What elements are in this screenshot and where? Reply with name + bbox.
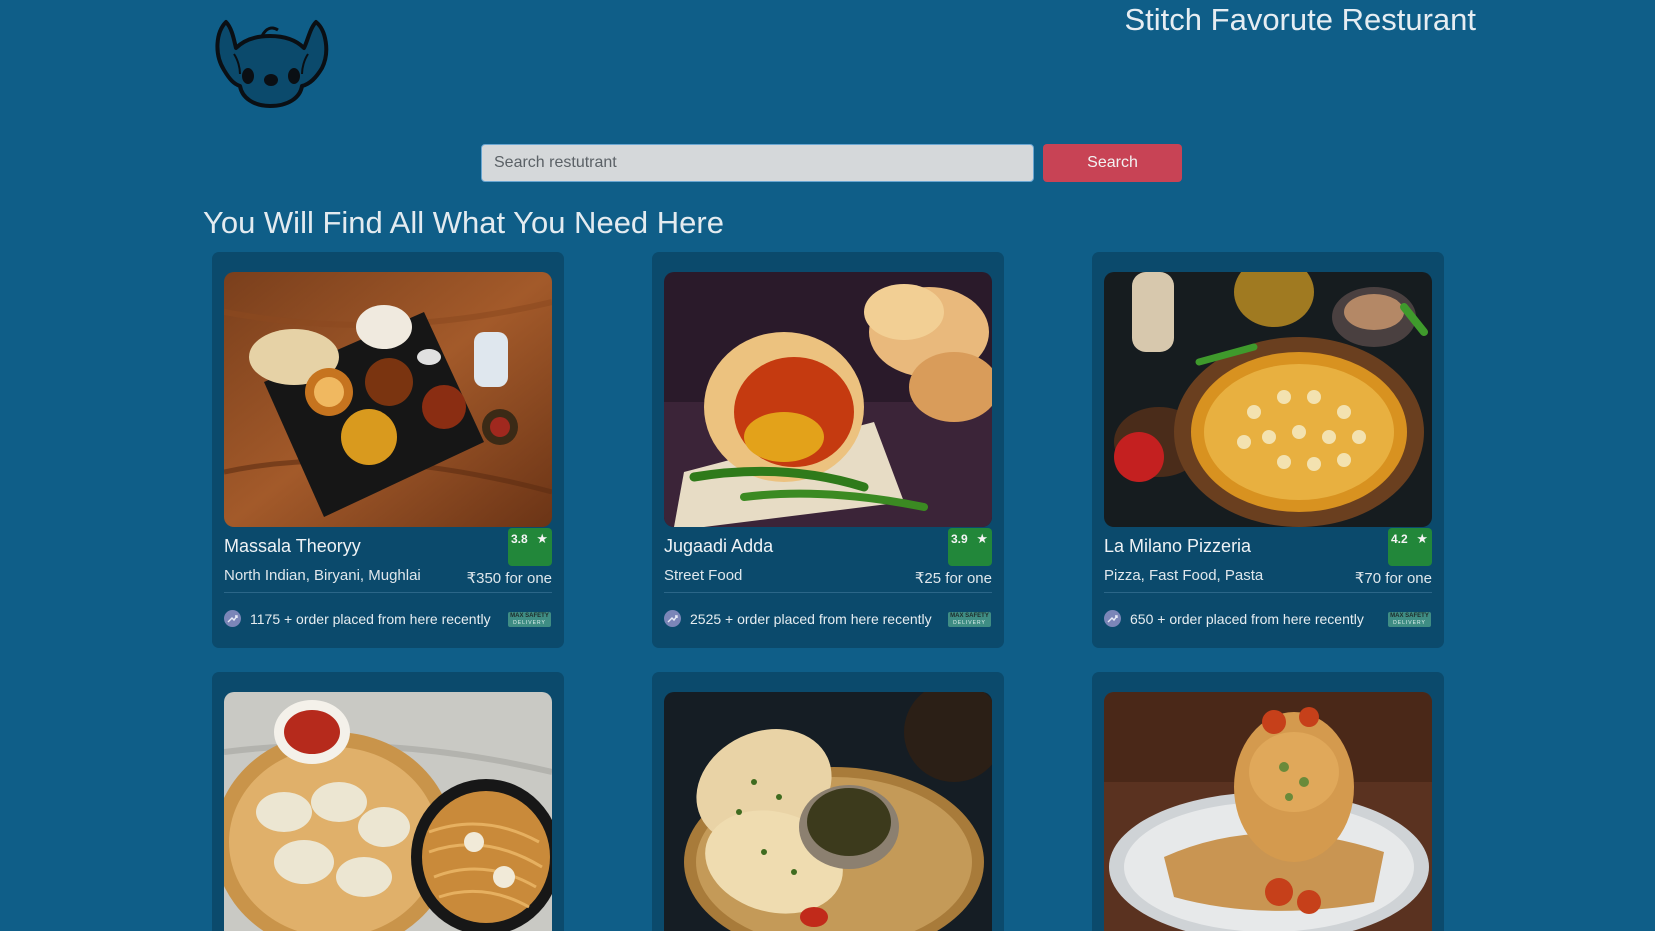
restaurant-name[interactable]: La Milano Pizzeria bbox=[1104, 536, 1251, 557]
restaurant-price: ₹350 for one bbox=[466, 570, 552, 587]
page: Stitch Favorute Resturant Search You Wil… bbox=[0, 0, 1655, 931]
restaurant-card[interactable]: Massala Theoryy 3.8 ★ North Indian, Biry… bbox=[212, 252, 564, 648]
max-safety-delivery-icon: MAX SAFETY DELIVERY bbox=[948, 612, 991, 627]
restaurant-price: ₹25 for one bbox=[914, 570, 992, 587]
restaurant-image[interactable] bbox=[664, 272, 992, 527]
restaurant-image[interactable] bbox=[224, 692, 552, 931]
orders-placed-text: 650 + order placed from here recently bbox=[1130, 611, 1364, 627]
card-divider bbox=[224, 592, 552, 593]
trending-up-icon bbox=[664, 610, 681, 627]
orders-placed-text: 2525 + order placed from here recently bbox=[690, 611, 932, 627]
section-heading: You Will Find All What You Need Here bbox=[203, 205, 724, 240]
restaurant-card[interactable]: La Milano Pizzeria 4.2 ★ Pizza, Fast Foo… bbox=[1092, 252, 1444, 648]
restaurant-cuisine: North Indian, Biryani, Mughlai bbox=[224, 567, 421, 584]
restaurant-card[interactable]: Jugaadi Adda 3.9 ★ Street Food ₹25 for o… bbox=[652, 252, 1004, 648]
star-icon: ★ bbox=[536, 531, 548, 546]
max-safety-delivery-icon: MAX SAFETY DELIVERY bbox=[508, 612, 551, 627]
orders-placed-text: 1175 + order placed from here recently bbox=[250, 611, 491, 627]
card-divider bbox=[1104, 592, 1432, 593]
site-title: Stitch Favorute Resturant bbox=[1124, 2, 1477, 37]
rating-badge: 3.8 ★ bbox=[508, 528, 552, 566]
restaurant-card[interactable] bbox=[212, 672, 564, 931]
restaurant-cuisine: Pizza, Fast Food, Pasta bbox=[1104, 567, 1264, 584]
rating-value: 4.2 bbox=[1391, 532, 1408, 546]
max-safety-delivery-icon: MAX SAFETY DELIVERY bbox=[1388, 612, 1431, 627]
restaurant-image[interactable] bbox=[1104, 272, 1432, 527]
rating-value: 3.9 bbox=[951, 532, 968, 546]
trending-up-icon bbox=[224, 610, 241, 627]
rating-value: 3.8 bbox=[511, 532, 528, 546]
restaurant-name[interactable]: Jugaadi Adda bbox=[664, 536, 773, 557]
restaurant-image[interactable] bbox=[664, 692, 992, 931]
stitch-logo-icon[interactable] bbox=[212, 14, 330, 110]
restaurant-cuisine: Street Food bbox=[664, 567, 743, 584]
rating-badge: 4.2 ★ bbox=[1388, 528, 1432, 566]
search-button[interactable]: Search bbox=[1043, 144, 1182, 182]
restaurant-name[interactable]: Massala Theoryy bbox=[224, 536, 361, 557]
restaurant-card[interactable] bbox=[652, 672, 1004, 931]
star-icon: ★ bbox=[1416, 531, 1428, 546]
restaurant-image[interactable] bbox=[224, 272, 552, 527]
rating-badge: 3.9 ★ bbox=[948, 528, 992, 566]
star-icon: ★ bbox=[976, 531, 988, 546]
restaurant-price: ₹70 for one bbox=[1354, 570, 1432, 587]
trending-up-icon bbox=[1104, 610, 1121, 627]
search-input[interactable] bbox=[481, 144, 1034, 182]
card-divider bbox=[664, 592, 992, 593]
restaurant-card[interactable] bbox=[1092, 672, 1444, 931]
restaurant-image[interactable] bbox=[1104, 692, 1432, 931]
